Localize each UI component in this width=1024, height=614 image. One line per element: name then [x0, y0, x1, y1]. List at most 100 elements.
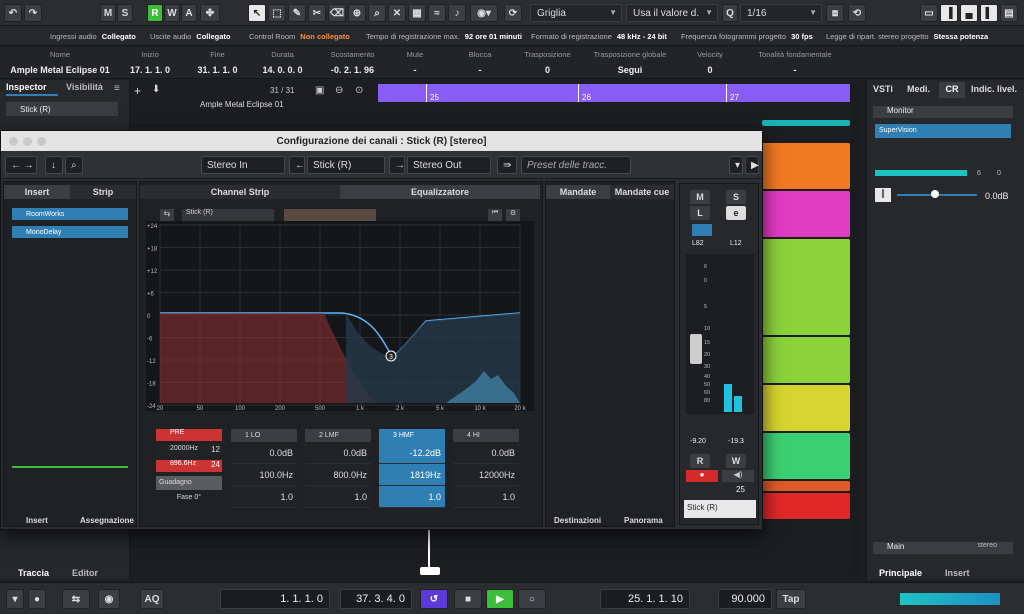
- info-transpose[interactable]: Trasposizione 0: [515, 50, 580, 75]
- redo-icon[interactable]: ↷: [24, 4, 42, 22]
- pan-indicator[interactable]: [692, 224, 712, 236]
- tab-cue-sends[interactable]: Mandate cue: [610, 185, 674, 199]
- band-1-header[interactable]: 1 LO: [231, 429, 297, 442]
- transport-settings-icon[interactable]: ▾: [6, 589, 24, 609]
- lowpass-value[interactable]: 896.6Hz 24: [156, 460, 222, 472]
- vertical-scrollbar[interactable]: [850, 84, 860, 574]
- zoom-icon[interactable]: ⌕: [65, 156, 83, 174]
- record-enable-icon[interactable]: ●: [686, 470, 718, 482]
- info-velocity[interactable]: Velocity 0: [680, 50, 740, 75]
- tab-channel-strip[interactable]: Channel Strip: [140, 185, 340, 199]
- band-4-gain[interactable]: 0.0dB: [453, 442, 519, 464]
- band-2-q[interactable]: 1.0: [305, 486, 371, 508]
- metronome-icon[interactable]: ◉: [98, 589, 120, 609]
- audio-event[interactable]: [762, 239, 850, 335]
- tab-meter[interactable]: Indic. livel.: [971, 84, 1017, 94]
- inspector-track-name[interactable]: Stick (R): [6, 102, 118, 116]
- band-2-header[interactable]: 2 LMF: [305, 429, 371, 442]
- quantize-q-button[interactable]: Q: [722, 4, 738, 22]
- tap-tempo-button[interactable]: Tap: [776, 589, 806, 609]
- preset-select[interactable]: Preset delle tracc.: [521, 156, 631, 174]
- mute-button[interactable]: M: [690, 190, 710, 204]
- audio-event[interactable]: [762, 433, 850, 479]
- tab-vsti[interactable]: VSTi: [873, 84, 893, 94]
- pointer-tool-icon[interactable]: ↖: [248, 4, 266, 22]
- color-tool-icon[interactable]: ◉▾: [470, 4, 498, 22]
- mode-r-button[interactable]: R: [147, 4, 163, 22]
- insert-slot-1[interactable]: RoomWorks: [12, 208, 128, 220]
- eq-curve-display[interactable]: +24+18+12+60-6-12-18-24 20 50 100 200 500 1 k2…: [146, 221, 534, 411]
- tab-visibility[interactable]: Visibilità: [66, 82, 118, 96]
- next-channel-icon[interactable]: →: [389, 156, 405, 174]
- audio-event[interactable]: [762, 191, 850, 237]
- band-2-freq[interactable]: 800.0Hz: [305, 464, 371, 486]
- audio-event[interactable]: [762, 385, 850, 431]
- lower-zone-toggle-icon[interactable]: ▄: [960, 4, 978, 22]
- edit-icon[interactable]: ▶: [745, 156, 759, 174]
- right-zone-toggle-icon[interactable]: ▌: [980, 4, 998, 22]
- record-mode-icon[interactable]: ●: [28, 589, 46, 609]
- eq-bypass-icon[interactable]: ⇆: [160, 209, 174, 221]
- down-arrow-icon[interactable]: ↓: [45, 156, 63, 174]
- band-2-gain[interactable]: 0.0dB: [305, 442, 371, 464]
- info-start[interactable]: Inizio 17. 1. 1. 0: [120, 50, 180, 75]
- camera-icon[interactable]: ▣: [315, 85, 324, 96]
- automation-icon[interactable]: ✤: [200, 4, 220, 22]
- audio-event[interactable]: [762, 493, 850, 519]
- tab-insert[interactable]: Insert: [4, 185, 70, 199]
- solo-button[interactable]: S: [726, 190, 746, 204]
- tab-track[interactable]: Traccia: [18, 568, 49, 578]
- iterative-quantize-icon[interactable]: ⟲: [848, 4, 866, 22]
- monitor-header[interactable]: Monitor: [873, 106, 1013, 118]
- edit-button[interactable]: e: [726, 206, 746, 220]
- tab-equalizer[interactable]: Equalizzatore: [340, 185, 540, 199]
- options-icon[interactable]: ▾: [729, 156, 743, 174]
- read-automation-button[interactable]: R: [690, 454, 710, 468]
- supervision-slot[interactable]: SuperVision: [875, 124, 1011, 138]
- record-icon[interactable]: ○: [518, 589, 546, 609]
- main-output[interactable]: Main stereo: [873, 542, 1013, 554]
- timewarp-tool-icon[interactable]: ≈: [428, 4, 446, 22]
- input-routing-select[interactable]: Stereo In: [201, 156, 285, 174]
- level-slider-knob[interactable]: [931, 190, 939, 198]
- playhead-handle[interactable]: [420, 567, 440, 575]
- info-name[interactable]: Nome Ample Metal Eclipse 01: [10, 50, 110, 75]
- info-lock[interactable]: Blocca -: [450, 50, 510, 75]
- tab-insert-right[interactable]: Insert: [945, 568, 970, 578]
- quantize-use-select[interactable]: Usa il valore d. ▼: [626, 4, 718, 22]
- tab-editor[interactable]: Editor: [72, 568, 98, 578]
- pre-header[interactable]: PRE: [156, 429, 222, 441]
- band-1-gain[interactable]: 0.0dB: [231, 442, 297, 464]
- mode-m-button[interactable]: M: [100, 4, 116, 22]
- range-tool-icon[interactable]: ⬚: [268, 4, 286, 22]
- prev-channel-icon[interactable]: ←: [289, 156, 305, 174]
- audio-event[interactable]: [762, 143, 850, 189]
- eq-settings-icon[interactable]: ⚙: [506, 209, 520, 221]
- tab-panorama[interactable]: Panorama: [624, 516, 663, 525]
- tab-control-room[interactable]: CR: [939, 82, 965, 98]
- cycle-icon[interactable]: ↺: [420, 589, 448, 609]
- mute-tool-icon[interactable]: ✕: [388, 4, 406, 22]
- setup-window-icon[interactable]: ▤: [1000, 4, 1018, 22]
- track-filter-icon[interactable]: ⬇: [152, 84, 166, 98]
- pencil-tool-icon[interactable]: ✎: [288, 4, 306, 22]
- mode-w-button[interactable]: W: [164, 4, 180, 22]
- undo-icon[interactable]: ↶: [4, 4, 22, 22]
- position-display[interactable]: 25. 1. 1. 10: [600, 589, 690, 609]
- band-3-q[interactable]: 1.0: [379, 486, 445, 508]
- listen-button[interactable]: L: [690, 206, 710, 220]
- mode-s-button[interactable]: S: [117, 4, 133, 22]
- eq-reset-icon[interactable]: ⏮: [488, 209, 502, 221]
- info-global-transpose[interactable]: Trasposizione globale Segui: [585, 50, 675, 75]
- menu-icon[interactable]: ≡: [114, 83, 120, 94]
- dim-icon[interactable]: ∥: [875, 188, 891, 202]
- back-icon[interactable]: ← →: [5, 156, 37, 174]
- write-automation-button[interactable]: W: [726, 454, 746, 468]
- erase-tool-icon[interactable]: ⌫: [328, 4, 346, 22]
- auto-quantize-button[interactable]: AQ: [140, 589, 164, 609]
- audio-event[interactable]: [762, 481, 850, 491]
- media-bay-icon[interactable]: ▭: [920, 4, 938, 22]
- band-4-freq[interactable]: 12000Hz: [453, 464, 519, 486]
- monitor-icon[interactable]: ◀): [722, 470, 754, 482]
- timeline-ruler[interactable]: 25 26 27: [378, 84, 850, 102]
